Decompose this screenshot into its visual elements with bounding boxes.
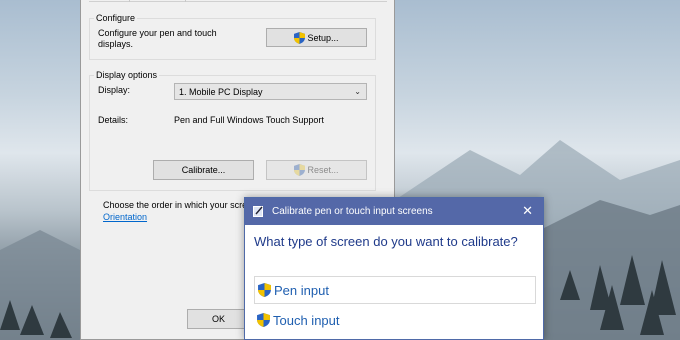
calibrate-button[interactable]: Calibrate... xyxy=(153,160,254,180)
ok-button-label: OK xyxy=(211,314,225,324)
display-select[interactable]: 1. Mobile PC Display ⌄ xyxy=(174,83,367,100)
touch-input-option[interactable]: Touch input xyxy=(254,306,536,334)
display-label: Display: xyxy=(98,85,131,95)
reset-button-label: Reset... xyxy=(307,165,339,175)
tab-strip-edge xyxy=(89,1,387,2)
setup-button-label: Setup... xyxy=(307,32,339,43)
chevron-down-icon: ⌄ xyxy=(354,87,361,96)
shield-icon xyxy=(294,31,306,44)
configure-group: Configure Configure your pen and touch d… xyxy=(89,13,376,60)
configure-group-title: Configure xyxy=(94,13,138,23)
shield-icon xyxy=(257,313,270,327)
pen-input-option[interactable]: Pen input xyxy=(254,276,536,304)
details-label: Details: xyxy=(98,115,129,125)
calibrate-popup: Calibrate pen or touch input screens ✕ W… xyxy=(244,197,544,340)
popup-titlebar: Calibrate pen or touch input screens xyxy=(245,198,543,225)
ok-button[interactable]: OK xyxy=(187,309,250,329)
display-options-group: Display options Display: 1. Mobile PC Di… xyxy=(89,70,376,191)
calibrate-button-label: Calibrate... xyxy=(181,165,226,175)
close-icon[interactable]: ✕ xyxy=(522,203,533,219)
orientation-link[interactable]: Orientation xyxy=(103,212,147,222)
touch-input-label: Touch input xyxy=(273,312,340,328)
reset-button[interactable]: Reset... xyxy=(266,160,367,180)
configure-description: Configure your pen and touch displays. xyxy=(98,28,217,49)
calibrate-question: What type of screen do you want to calib… xyxy=(254,234,518,249)
popup-title: Calibrate pen or touch input screens xyxy=(272,206,433,217)
tab-divider xyxy=(185,0,186,2)
tab-divider xyxy=(129,0,130,2)
display-select-value: 1. Mobile PC Display xyxy=(179,86,263,97)
pen-input-label: Pen input xyxy=(274,282,329,298)
setup-button[interactable]: Setup... xyxy=(266,28,367,47)
shield-icon xyxy=(294,164,306,176)
details-value: Pen and Full Windows Touch Support xyxy=(174,115,324,125)
display-options-group-title: Display options xyxy=(94,70,160,80)
order-description: Choose the order in which your scre xyxy=(103,200,248,210)
tablet-app-icon xyxy=(253,206,263,217)
shield-icon xyxy=(258,283,271,297)
